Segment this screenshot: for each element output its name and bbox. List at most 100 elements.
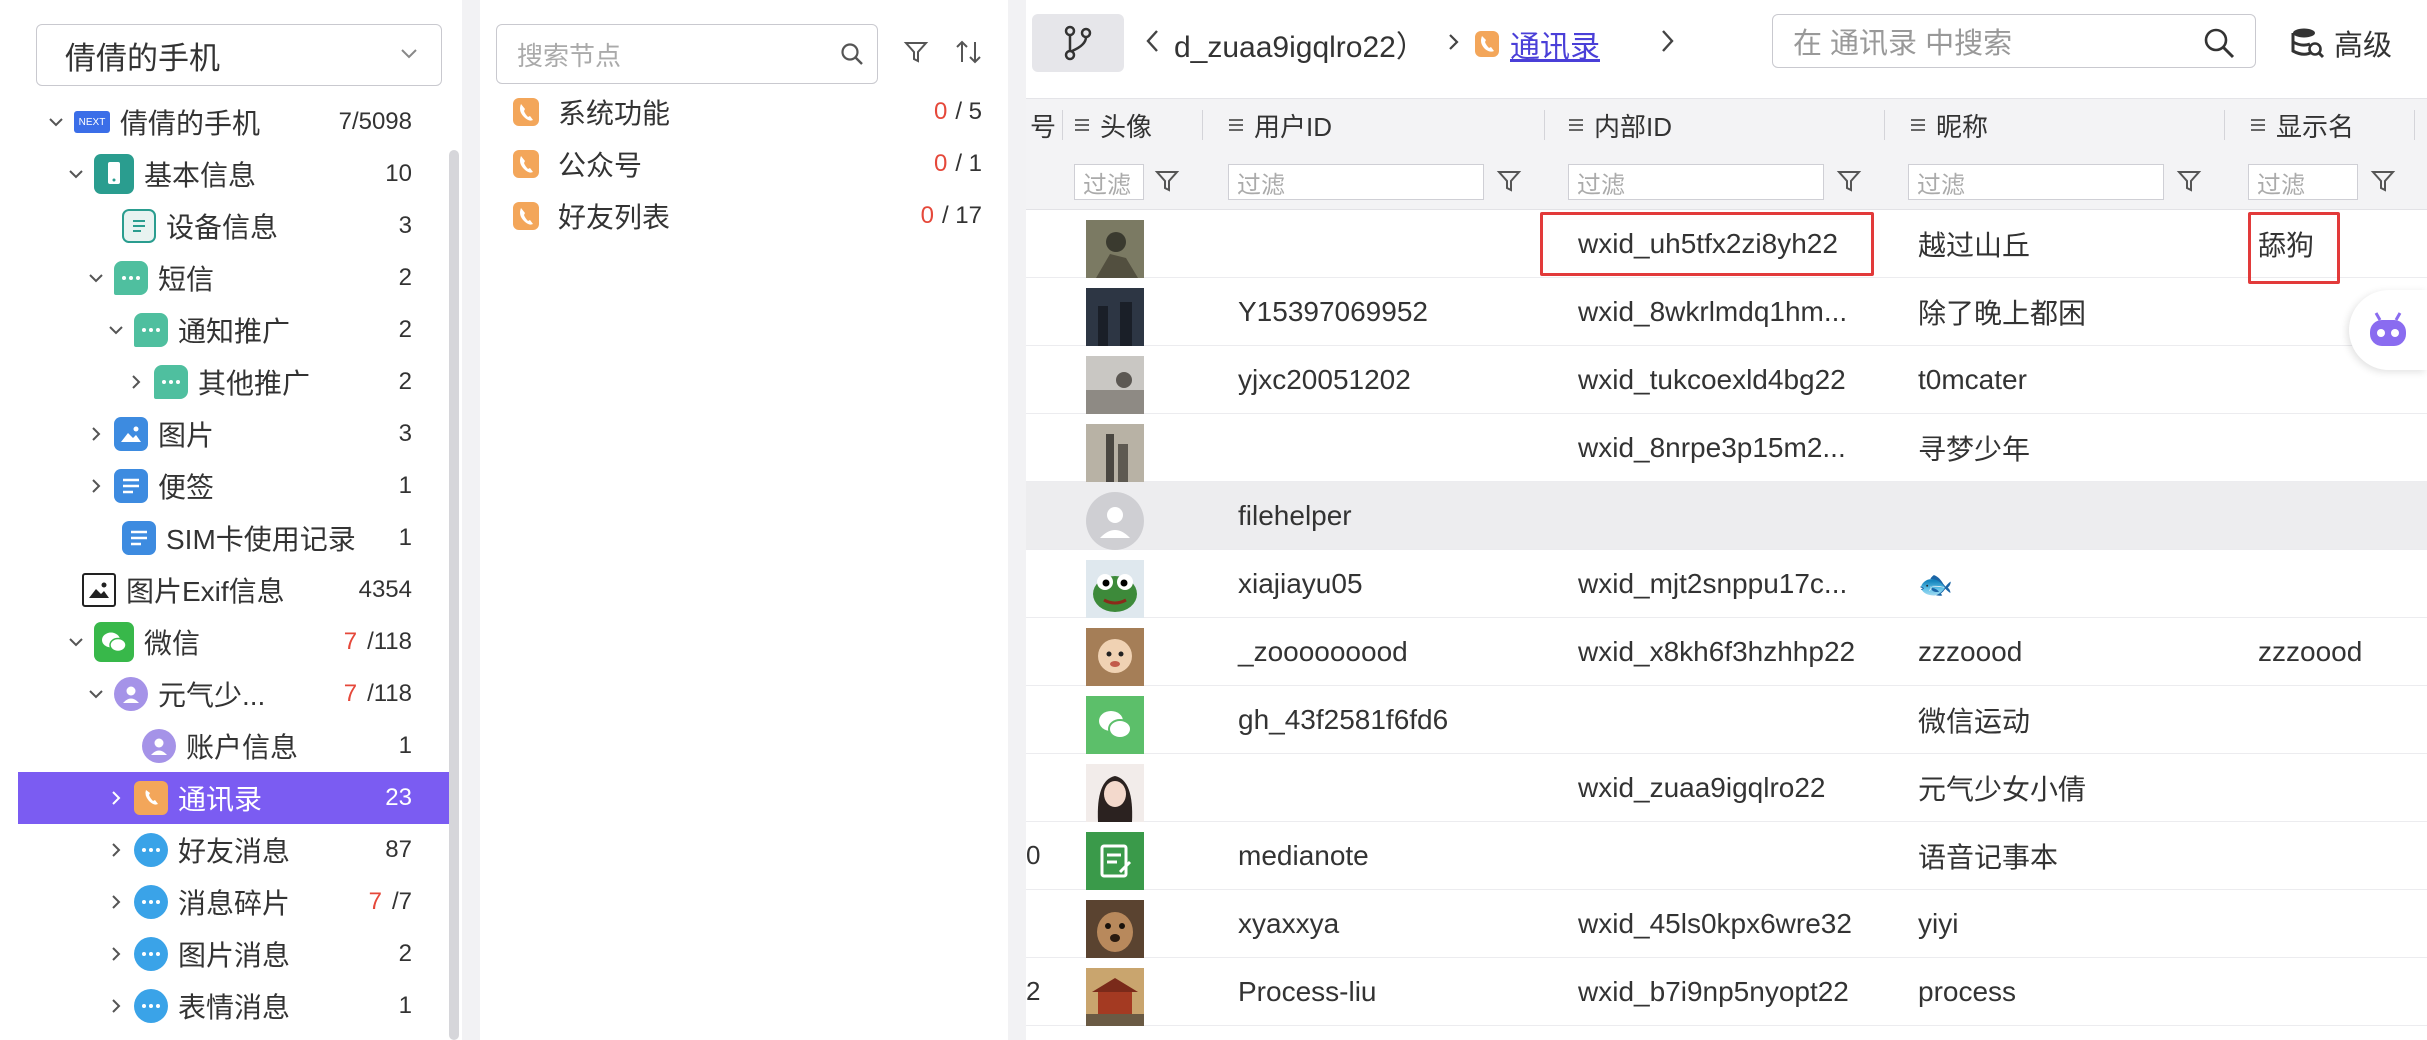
filter-icon[interactable] [2176,168,2202,194]
table-row[interactable]: _zooooooood wxid_x8kh6f3hzhhp22 zzzoood … [1026,618,2427,686]
sort-icon[interactable] [954,38,984,66]
chevron-down-icon[interactable] [64,162,88,186]
contacts-icon [1475,31,1499,57]
chevron-down-icon[interactable] [44,110,68,134]
breadcrumb-parent[interactable]: d_zuaa9igqlro22） [1174,22,1426,66]
tree-item-account[interactable]: 元气少... 7/118 [18,668,450,720]
column-header-display-name[interactable]: 显示名 [2250,99,2354,151]
medianote-avatar-icon [1086,832,1144,890]
filter-input-nickname[interactable]: 过滤 [1908,164,2164,200]
table-row[interactable]: wxid_uh5tfx2zi8yh22 越过山丘 舔狗 [1026,210,2427,278]
search-icon[interactable] [839,41,865,67]
column-divider[interactable] [1062,110,1063,140]
tree-item-device[interactable]: NEXT 倩倩的手机 7/5098 [18,104,450,148]
tree-item-message-fragments[interactable]: 消息碎片 7/7 [18,876,450,928]
chevron-right-icon[interactable] [1658,28,1676,54]
chevron-right-icon[interactable] [104,890,128,914]
table-row[interactable]: 0 medianote 语音记事本 [1026,822,2427,890]
column-header-index[interactable]: 号 [1030,99,1056,151]
table-row[interactable]: xiajiayu05 wxid_mjt2snppu17c... 🐟 [1026,550,2427,618]
column-header-user-id[interactable]: 用户ID [1228,99,1332,151]
chevron-right-icon[interactable] [104,994,128,1018]
table-row[interactable]: 2 Process-liu wxid_b7i9np5nyopt22 proces… [1026,958,2427,1026]
cell-internal-id: wxid_zuaa9igqlro22 [1578,772,1826,803]
node-search-input[interactable]: 搜索节点 [496,24,878,84]
table-search-input[interactable]: 在 通讯录 中搜索 [1772,14,2256,68]
node-system-functions[interactable]: 系统功能 0/ 5 [512,88,982,136]
app-window: 倩倩的手机 NEXT 倩倩的手机 7/5098 基本信息 10 设备信息 3 短… [0,0,2427,1040]
cell-user-id: yjxc20051202 [1238,364,1411,395]
column-header-internal-id[interactable]: 内部ID [1568,99,1672,151]
filter-icon[interactable] [1836,168,1862,194]
device-doc-icon [122,209,156,243]
tree-item-contacts[interactable]: 通讯录 23 [18,772,450,824]
filter-icon[interactable] [1154,168,1180,194]
tree-item-notes[interactable]: 便签 1 [18,460,450,512]
chevron-right-icon[interactable] [124,370,148,394]
breadcrumb-current[interactable]: 通讯录 [1510,22,1600,66]
column-header-nickname[interactable]: 昵称 [1910,99,1988,151]
chevron-down-icon[interactable] [84,682,108,706]
frog-avatar-icon [1086,560,1144,618]
advanced-search-button[interactable]: 高级 [2290,22,2392,64]
chevron-down-icon[interactable] [84,266,108,290]
tree-item-sms[interactable]: 短信 2 [18,252,450,304]
tree-item-other-promo[interactable]: 其他推广 2 [18,356,450,408]
column-divider[interactable] [2414,110,2415,140]
column-divider[interactable] [1884,110,1885,140]
branch-toggle-button[interactable] [1032,14,1124,72]
filter-icon[interactable] [2370,168,2396,194]
chevron-right-icon[interactable] [104,786,128,810]
contacts-icon [513,98,539,126]
photo-avatar-icon [1086,220,1144,278]
table-row[interactable]: gh_43f2581f6fd6 微信运动 [1026,686,2427,754]
table-row[interactable]: wxid_8nrpe3p15m2... 寻梦少年 [1026,414,2427,482]
tree-item-basic-info[interactable]: 基本信息 10 [18,148,450,200]
table-row[interactable]: yjxc20051202 wxid_tukcoexld4bg22 t0mcate… [1026,346,2427,414]
contacts-icon [513,150,539,178]
chevron-left-icon[interactable] [1144,28,1162,54]
tree-item-friend-messages[interactable]: 好友消息 87 [18,824,450,876]
drag-handle-icon [1569,119,1583,131]
tree-item-pictures[interactable]: 图片 3 [18,408,450,460]
filter-icon[interactable] [902,38,930,66]
tree-item-sim-records[interactable]: SIM卡使用记录 1 [18,512,450,564]
assistant-button[interactable] [2349,290,2427,370]
column-divider[interactable] [2224,110,2225,140]
chevron-right-icon[interactable] [104,942,128,966]
node-official-accounts[interactable]: 公众号 0/ 1 [512,140,982,188]
filter-input-avatar[interactable]: 过滤 [1074,164,1144,200]
tree-item-image-exif[interactable]: 图片Exif信息 4354 [18,564,450,616]
tree-item-sticker-messages[interactable]: 表情消息 1 [18,980,450,1032]
column-divider[interactable] [1202,110,1203,140]
filter-input-display-name[interactable]: 过滤 [2248,164,2358,200]
tree-scrollbar[interactable] [449,150,459,1040]
chevron-right-icon[interactable] [84,474,108,498]
chevron-down-icon[interactable] [104,318,128,342]
tree-item-account-info[interactable]: 账户信息 1 [18,720,450,772]
column-header-avatar[interactable]: 头像 [1074,99,1152,151]
search-icon[interactable] [2201,25,2237,61]
filter-icon[interactable] [1496,168,1522,194]
table-row[interactable]: wxid_zuaa9igqlro22 元气少女小倩 [1026,754,2427,822]
table-row[interactable]: filehelper [1026,482,2427,550]
column-divider[interactable] [1544,110,1545,140]
device-select[interactable]: 倩倩的手机 [36,24,442,86]
chevron-right-icon[interactable] [104,838,128,862]
filter-input-user-id[interactable]: 过滤 [1228,164,1484,200]
chevron-down-icon[interactable] [64,630,88,654]
tree-item-wechat[interactable]: 微信 7/118 [18,616,450,668]
tree-item-image-messages[interactable]: 图片消息 2 [18,928,450,980]
node-friend-list[interactable]: 好友列表 0/ 17 [512,192,982,240]
cell-user-id: _zooooooood [1238,636,1408,667]
user-avatar-icon [114,677,148,711]
sms-icon [154,365,188,399]
tree-item-notify-promo[interactable]: 通知推广 2 [18,304,450,356]
filter-input-internal-id[interactable]: 过滤 [1568,164,1824,200]
chevron-right-icon[interactable] [84,422,108,446]
table-row[interactable]: Y15397069952 wxid_8wkrlmdq1hm... 除了晚上都困 [1026,278,2427,346]
device-select-value: 倩倩的手机 [65,40,220,76]
table-row[interactable]: xyaxxya wxid_45ls0kpx6wre32 yiyi [1026,890,2427,958]
image-exif-icon [82,573,116,607]
tree-item-device-info[interactable]: 设备信息 3 [18,200,450,252]
